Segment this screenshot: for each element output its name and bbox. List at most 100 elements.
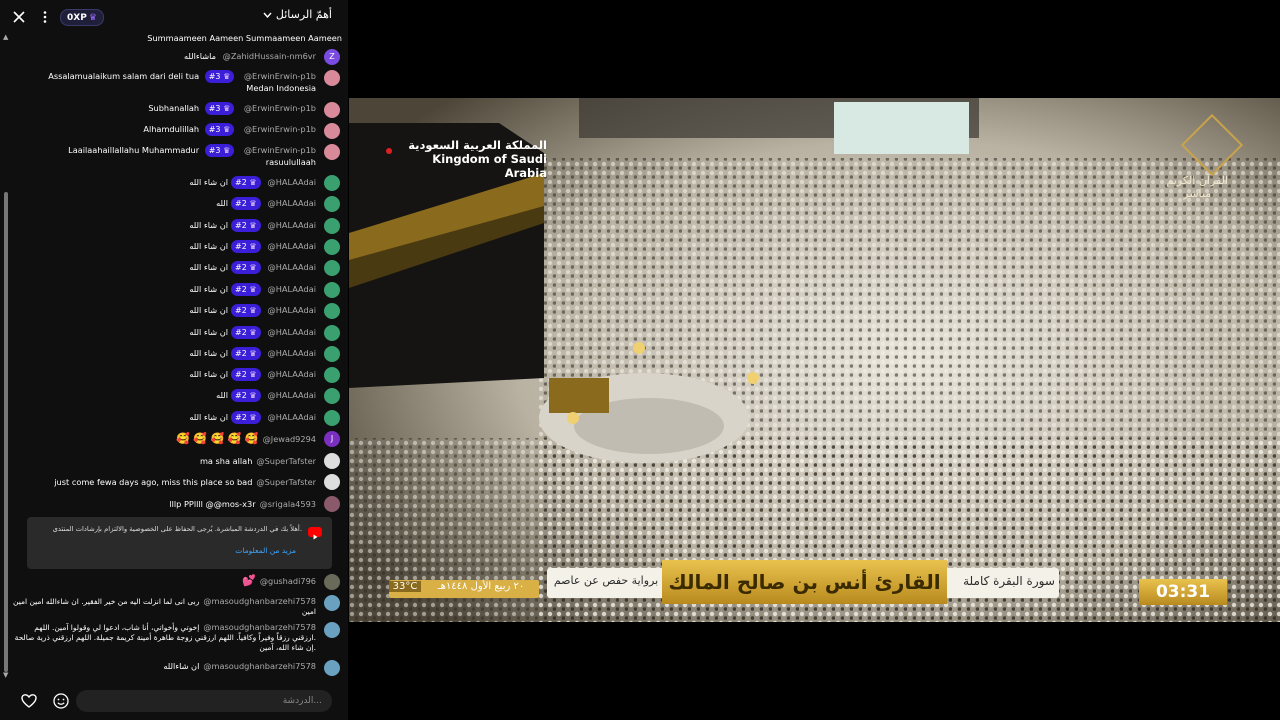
chat-message: Subhanallah #3 ♛ @ErwinErwin-p1b bbox=[10, 102, 316, 115]
message-author[interactable]: @SuperTafster bbox=[256, 456, 316, 466]
surah-label: سورة البقرة كاملة bbox=[963, 574, 1055, 588]
avatar[interactable] bbox=[324, 367, 340, 383]
emoji-icon bbox=[53, 693, 69, 709]
avatar[interactable] bbox=[324, 660, 340, 676]
message-author[interactable]: @Jewad9294 bbox=[263, 434, 316, 444]
message-author[interactable]: @masoudghanbarzehi7578 bbox=[203, 596, 316, 606]
message-text-continued: Medan Indonesia bbox=[246, 83, 316, 93]
riwaya-label: برواية حفص عن عاصم bbox=[553, 574, 659, 587]
avatar[interactable] bbox=[324, 410, 340, 426]
live-dot bbox=[386, 148, 392, 154]
message-author[interactable]: @SuperTafster bbox=[256, 477, 316, 487]
avatar[interactable] bbox=[324, 595, 340, 611]
avatar[interactable] bbox=[324, 175, 340, 191]
video-player[interactable]: المملكة العربية السعودية Kingdom of Saud… bbox=[349, 98, 1280, 622]
message-author[interactable]: @masoudghanbarzehi7578 bbox=[203, 661, 316, 671]
message-author[interactable]: @HALAAdai bbox=[268, 262, 316, 272]
message-author[interactable]: @ErwinErwin-p1b bbox=[244, 71, 316, 81]
message-author[interactable]: @gushadi796 bbox=[260, 576, 316, 586]
avatar[interactable] bbox=[324, 260, 340, 276]
heart-icon bbox=[21, 694, 37, 708]
chat-message-input[interactable]: الدردشة... bbox=[76, 690, 332, 712]
message-author[interactable]: @HALAAdai bbox=[268, 348, 316, 358]
avatar[interactable] bbox=[324, 574, 340, 590]
message-author[interactable]: @HALAAdai bbox=[268, 241, 316, 251]
channel-name-ar: المملكة العربية السعودية bbox=[408, 138, 547, 152]
avatar[interactable] bbox=[324, 622, 340, 638]
message-author[interactable]: @ErwinErwin-p1b bbox=[244, 103, 316, 113]
live-chat-panel: 0XP ♛ أهمّ الرسائل ▲ ▼ Summaameen Aameen… bbox=[0, 0, 348, 720]
message-author[interactable]: @ErwinErwin-p1b bbox=[244, 124, 316, 134]
reciter-name: القارئ أنس بن صالح المالك bbox=[662, 560, 947, 604]
member-badge: #2 ♛ bbox=[231, 304, 261, 317]
avatar[interactable] bbox=[324, 102, 340, 118]
chat-title: أهمّ الرسائل bbox=[275, 8, 332, 21]
member-badge: #2 ♛ bbox=[231, 261, 261, 274]
avatar[interactable] bbox=[324, 123, 340, 139]
message-author[interactable]: @srigala4593 bbox=[260, 499, 316, 509]
chat-message: ان شاء الله #2 ♛ @HALAAdai bbox=[189, 368, 316, 381]
chat-message: ان شاء الله #2 ♛ @HALAAdai bbox=[189, 326, 316, 339]
scroll-up-icon[interactable]: ▲ bbox=[3, 34, 9, 41]
crown-icon: ♛ bbox=[223, 125, 231, 134]
chat-message: إخوتي وأخواتي، أنا شاب، ادعوا لي وقولوا … bbox=[14, 622, 316, 652]
chat-message: ان شاء الله #2 ♛ @HALAAdai bbox=[189, 411, 316, 424]
avatar[interactable]: J bbox=[324, 431, 340, 447]
more-vert-icon bbox=[43, 11, 47, 23]
message-text: Summaameen Aameen Summaameen Aameen bbox=[147, 33, 342, 43]
message-author[interactable]: @HALAAdai bbox=[268, 220, 316, 230]
message-author[interactable]: @ZahidHussain-nm6vr bbox=[223, 51, 316, 61]
youtube-icon bbox=[308, 527, 322, 540]
chevron-down-icon bbox=[263, 12, 272, 18]
crown-icon: ♛ bbox=[249, 391, 257, 400]
xp-badge[interactable]: 0XP ♛ bbox=[60, 9, 104, 26]
avatar[interactable] bbox=[324, 474, 340, 490]
more-info-link[interactable]: مزيد من المعلومات bbox=[235, 546, 296, 555]
avatar[interactable] bbox=[324, 282, 340, 298]
chat-header: 0XP ♛ أهمّ الرسائل bbox=[0, 0, 348, 32]
clock: 03:31 bbox=[1139, 579, 1227, 605]
message-author[interactable]: @HALAAdai bbox=[268, 305, 316, 315]
avatar[interactable] bbox=[324, 303, 340, 319]
scroll-down-icon[interactable]: ▼ bbox=[3, 672, 9, 679]
chat-scrollbar[interactable]: ▲ ▼ bbox=[3, 32, 9, 682]
avatar[interactable] bbox=[324, 144, 340, 160]
message-text: Subhanallah bbox=[148, 103, 200, 113]
avatar[interactable] bbox=[324, 346, 340, 362]
crown-icon: ♛ bbox=[249, 221, 257, 230]
temperature: 33°C bbox=[389, 581, 421, 592]
chat-message: ان شاء الله #2 ♛ @HALAAdai bbox=[189, 240, 316, 253]
emoji-button[interactable] bbox=[52, 692, 70, 710]
message-author[interactable]: @masoudghanbarzehi7578 bbox=[203, 622, 316, 632]
avatar[interactable] bbox=[324, 453, 340, 469]
avatar[interactable] bbox=[324, 70, 340, 86]
message-list: Summaameen Aameen Summaameen Aameen Z ما… bbox=[10, 32, 348, 682]
crown-icon: ♛ bbox=[249, 349, 257, 358]
message-author[interactable]: @ErwinErwin-p1b bbox=[244, 145, 316, 155]
like-button[interactable] bbox=[20, 692, 38, 710]
avatar[interactable] bbox=[324, 218, 340, 234]
message-author[interactable]: @HALAAdai bbox=[268, 327, 316, 337]
crown-icon: ♛ bbox=[249, 285, 257, 294]
message-author[interactable]: @HALAAdai bbox=[268, 198, 316, 208]
avatar[interactable] bbox=[324, 325, 340, 341]
chat-mode-selector[interactable]: أهمّ الرسائل bbox=[263, 8, 332, 21]
avatar[interactable] bbox=[324, 388, 340, 404]
more-options-button[interactable] bbox=[34, 6, 56, 28]
scroll-thumb[interactable] bbox=[4, 192, 8, 672]
message-author[interactable]: @HALAAdai bbox=[268, 284, 316, 294]
crown-icon: ♛ bbox=[249, 199, 257, 208]
avatar[interactable] bbox=[324, 496, 340, 512]
close-icon bbox=[13, 11, 25, 23]
avatar[interactable] bbox=[324, 239, 340, 255]
message-author[interactable]: @HALAAdai bbox=[268, 412, 316, 422]
close-button[interactable] bbox=[8, 6, 30, 28]
chat-message: Laailaahaillallahu Muhammadur #3 ♛ @Erwi… bbox=[10, 144, 316, 168]
message-author[interactable]: @HALAAdai bbox=[268, 390, 316, 400]
message-author[interactable]: @HALAAdai bbox=[268, 369, 316, 379]
avatar[interactable] bbox=[324, 196, 340, 212]
avatar[interactable]: Z bbox=[324, 49, 340, 65]
live-label: مباشر bbox=[1183, 187, 1212, 200]
chat-message: 🥰 🥰 🥰 🥰 🥰 @Jewad9294 bbox=[176, 432, 316, 445]
message-author[interactable]: @HALAAdai bbox=[268, 177, 316, 187]
